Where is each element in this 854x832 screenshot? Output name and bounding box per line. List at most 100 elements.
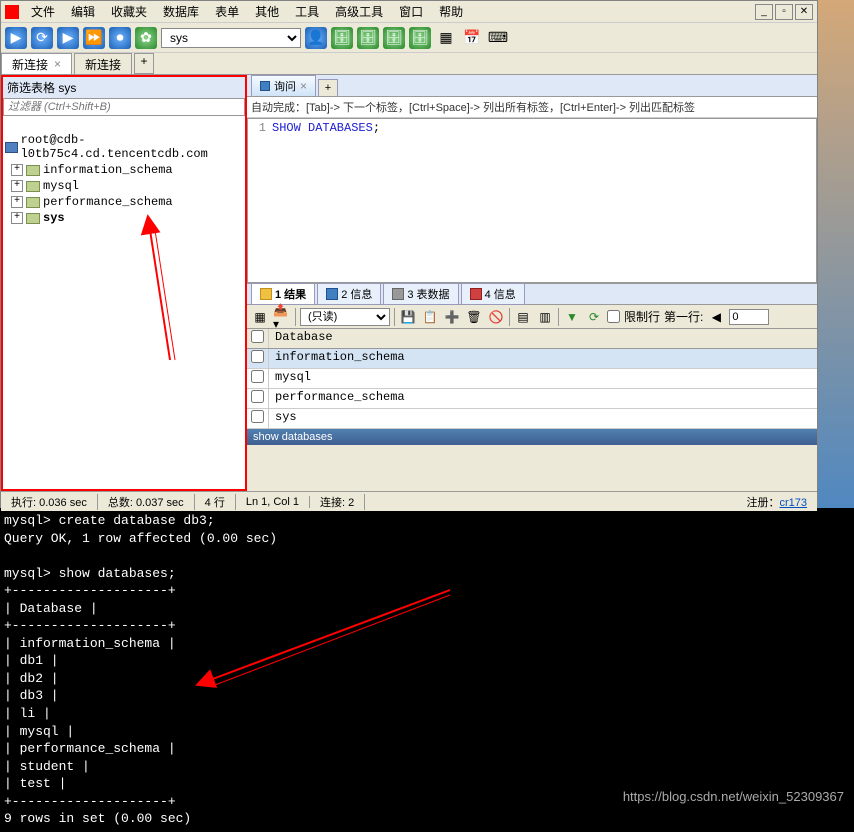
terminal-line: | Database | [4,600,850,618]
tree-root-label: root@cdb-l0tb75c4.cd.tencentcdb.com [21,133,243,161]
conn-tab-1[interactable]: 新连接 × [1,53,72,74]
db1-icon[interactable]: 🗄 [331,27,353,49]
tree-db-node[interactable]: +information_schema [5,162,243,178]
query-status: show databases [247,429,817,445]
db-icon [26,181,40,192]
tree-root[interactable]: root@cdb-l0tb75c4.cd.tencentcdb.com [5,132,243,162]
db3-icon[interactable]: 🗄 [383,27,405,49]
column-header[interactable]: Database [269,329,817,348]
menu-item[interactable]: 工具 [287,3,327,21]
view1-icon[interactable]: ▤ [514,308,532,326]
row-checkbox[interactable] [251,410,264,423]
minimize-button[interactable]: _ [755,4,773,20]
mode-selector[interactable]: (只读) [300,308,390,326]
calendar-icon[interactable]: 📅 [461,27,483,49]
user-icon[interactable]: 👤 [305,27,327,49]
close-icon[interactable]: × [54,57,61,71]
mysql-terminal[interactable]: mysql> create database db3;Query OK, 1 r… [0,508,854,832]
terminal-line: +--------------------+ [4,617,850,635]
row-checkbox[interactable] [251,390,264,403]
grid-view-icon[interactable]: ▦ [251,308,269,326]
sql-editor[interactable]: 1SHOW DATABASES; [247,118,817,283]
result-grid[interactable]: Database information_schemamysqlperforma… [247,329,817,429]
page-input[interactable] [729,309,769,325]
expand-icon[interactable]: + [11,164,23,176]
menu-item[interactable]: 文件 [23,3,63,21]
filter-icon[interactable]: ▼ [563,308,581,326]
server-icon [5,142,18,153]
db-label: performance_schema [43,195,173,209]
db4-icon[interactable]: 🗄 [409,27,431,49]
tree-db-node[interactable]: +mysql [5,178,243,194]
grid-header: Database [247,329,817,349]
table-icon[interactable]: ▦ [435,27,457,49]
close-icon[interactable]: × [300,79,307,93]
close-button[interactable]: ✕ [795,4,813,20]
conn-count: 连接: 2 [310,494,365,510]
menu-item[interactable]: 高级工具 [327,3,391,21]
result-tab-2[interactable]: 2 信息 [317,283,381,305]
keyboard-icon[interactable]: ⌨ [487,27,509,49]
filter-input[interactable] [3,98,245,116]
menu-item[interactable]: 数据库 [155,3,207,21]
add-row-icon[interactable]: ➕ [443,308,461,326]
save-icon[interactable]: 💾 [399,308,417,326]
query-tab-1[interactable]: 询问 × [251,75,316,96]
result-toolbar: ▦ 📤▾ (只读) 💾 📋 ➕ 🗑 🚫 ▤ ▥ ▼ ⟳ 限制行 第一行: ◀ [247,305,817,329]
info-icon [470,288,482,300]
menu-item[interactable]: 收藏夹 [103,3,155,21]
main-split: 筛选表格 sys root@cdb-l0tb75c4.cd.tencentcdb… [1,75,817,491]
autocomplete-hint: 自动完成：[Tab]-> 下一个标签，[Ctrl+Space]-> 列出所有标签… [247,97,817,118]
stop-icon[interactable]: ⏺ [109,27,131,49]
refresh-icon[interactable]: ⟳ [31,27,53,49]
terminal-line: | db3 | [4,687,850,705]
menu-item[interactable]: 表单 [207,3,247,21]
new-conn-icon[interactable]: ▶ [5,27,27,49]
limit-checkbox[interactable] [607,310,620,323]
delete-row-icon[interactable]: 🗑 [465,308,483,326]
add-query-tab[interactable]: + [318,79,338,96]
menu-item[interactable]: 窗口 [391,3,431,21]
conn-tab-2[interactable]: 新连接 [74,53,132,74]
total-time: 总数: 0.037 sec [98,494,195,510]
statusbar: 执行: 0.036 sec 总数: 0.037 sec 4 行 Ln 1, Co… [1,491,817,511]
query-tabs: 询问 × + [247,75,817,97]
result-tab-4[interactable]: 4 信息 [461,283,525,305]
db-selector[interactable]: sys [161,28,301,48]
tree-db-node[interactable]: + performance_schema [5,194,243,210]
view2-icon[interactable]: ▥ [536,308,554,326]
row-checkbox[interactable] [251,350,264,363]
table-row[interactable]: sys [247,409,817,429]
export-icon[interactable]: 📤▾ [273,308,291,326]
schema-tree[interactable]: root@cdb-l0tb75c4.cd.tencentcdb.com +inf… [3,128,245,230]
maximize-button[interactable]: ▫ [775,4,793,20]
menu-item[interactable]: 编辑 [63,3,103,21]
table-row[interactable]: performance_schema [247,389,817,409]
select-all-checkbox[interactable] [251,330,264,343]
row-checkbox[interactable] [251,370,264,383]
result-tab-3[interactable]: 3 表数据 [383,283,458,305]
expand-icon[interactable]: + [11,212,23,224]
menu-item[interactable]: 帮助 [431,3,471,21]
info-icon [326,288,338,300]
expand-icon[interactable]: + [11,196,23,208]
register-link[interactable]: cr173 [779,497,807,509]
db2-icon[interactable]: 🗄 [357,27,379,49]
menu-item[interactable]: 其他 [247,3,287,21]
cancel-icon[interactable]: 🚫 [487,308,505,326]
prev-page-icon[interactable]: ◀ [707,308,725,326]
format-icon[interactable]: ✿ [135,27,157,49]
table-icon [392,288,404,300]
play-icon[interactable]: ▶ [57,27,79,49]
expand-icon[interactable]: + [11,180,23,192]
watermark: https://blog.csdn.net/weixin_52309367 [623,789,844,804]
play-all-icon[interactable]: ⏩ [83,27,105,49]
tree-db-node[interactable]: +sys [5,210,243,226]
add-tab-button[interactable]: + [134,53,154,74]
table-row[interactable]: information_schema [247,349,817,369]
copy-icon[interactable]: 📋 [421,308,439,326]
table-row[interactable]: mysql [247,369,817,389]
terminal-line: +--------------------+ [4,582,850,600]
refresh-icon[interactable]: ⟳ [585,308,603,326]
main-window: 文件编辑收藏夹数据库表单其他工具高级工具窗口帮助 _ ▫ ✕ ▶ ⟳ ▶ ⏩ ⏺… [0,0,818,508]
